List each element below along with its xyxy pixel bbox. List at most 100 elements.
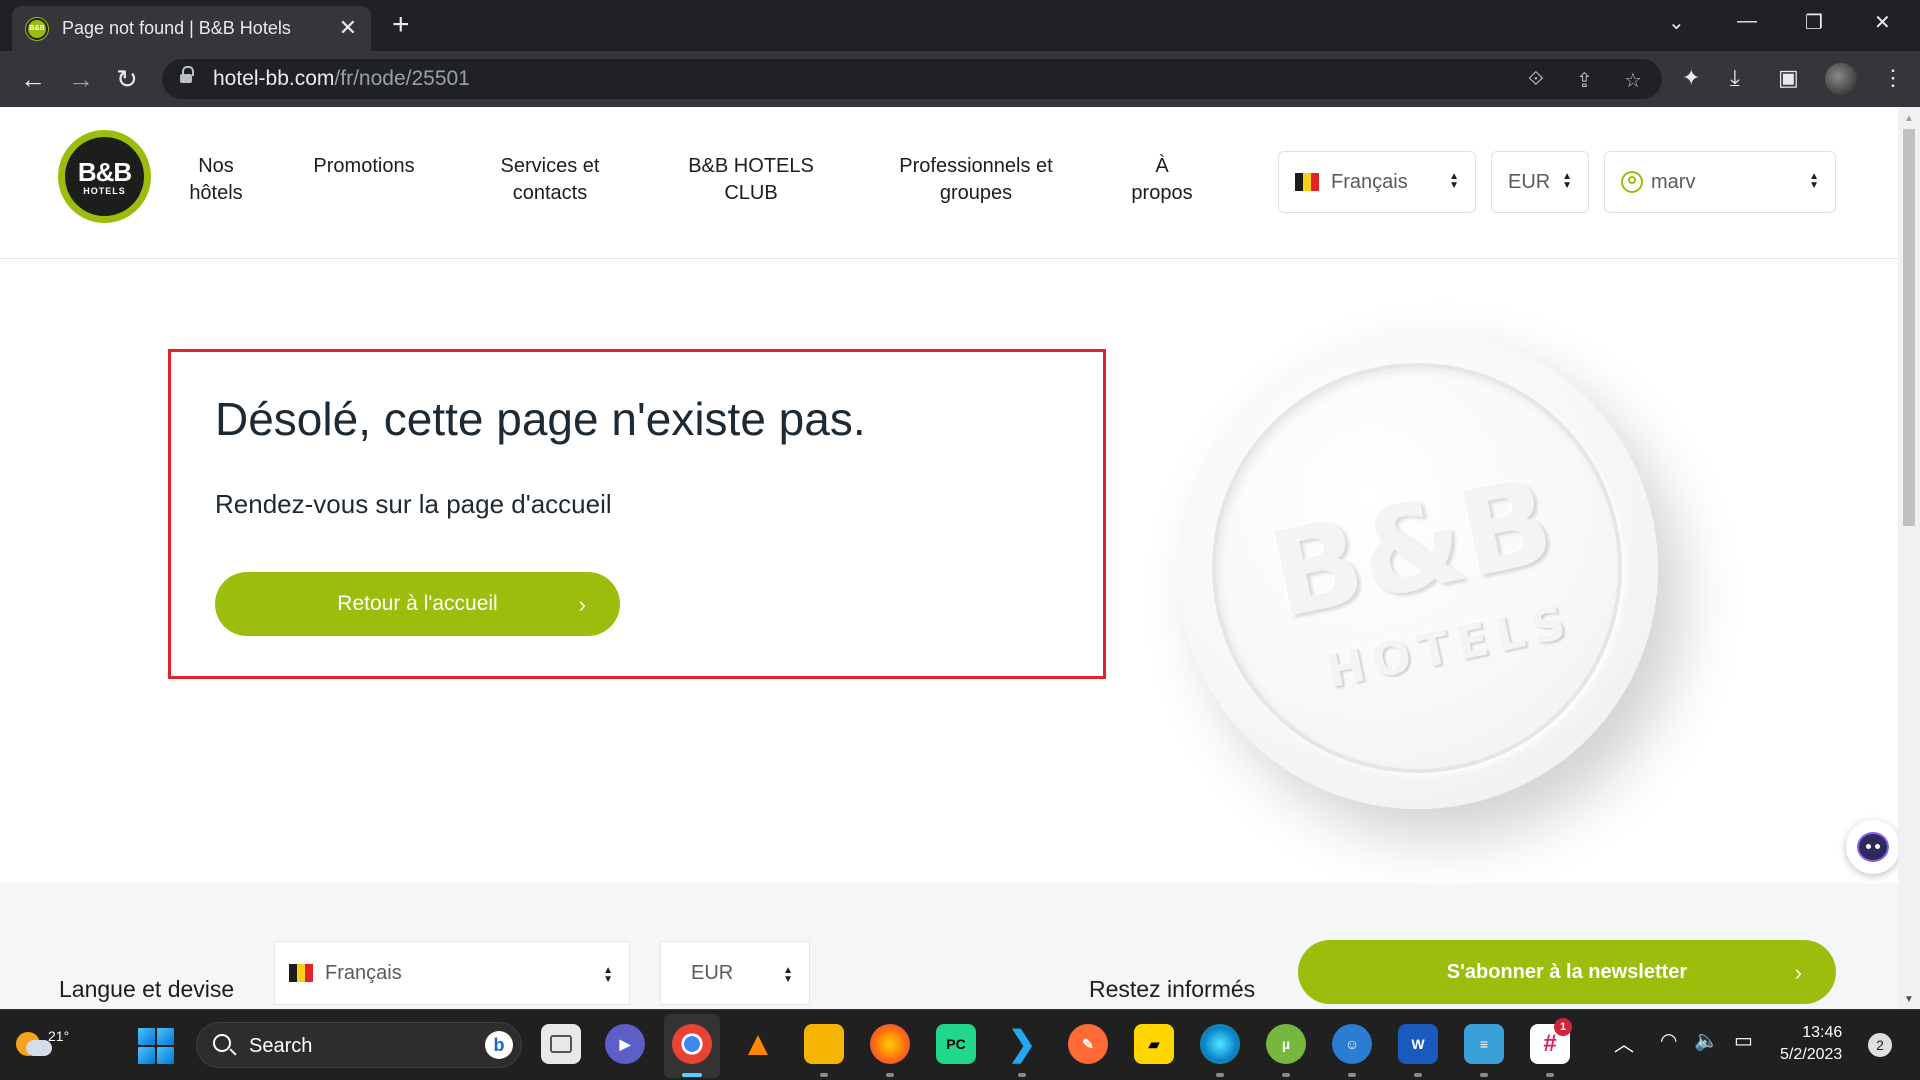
side-panel-icon[interactable]: ▣ [1778,65,1799,91]
select-arrows-icon: ▲ ▼ [783,965,793,985]
currency-select[interactable]: EUR ▲ ▼ [1491,151,1589,213]
nav-label: CLUB [724,182,778,204]
nav-nos-hotels[interactable]: Nos hôtels [180,153,252,207]
windows-logo-pane [157,1028,174,1045]
temperature: 21° [48,1028,70,1044]
scroll-down-icon[interactable]: ▼ [1904,994,1914,1005]
nav-services-contacts[interactable]: Services et contacts [480,153,620,207]
scroll-thumb[interactable] [1903,129,1915,526]
user-name: marv [1651,170,1696,193]
new-tab-button[interactable]: + [392,10,410,40]
task-view-icon[interactable] [541,1024,581,1064]
running-indicator [886,1073,894,1077]
profile-avatar[interactable] [1825,63,1857,95]
forward-icon[interactable]: → [68,65,94,93]
teams-chat-icon[interactable]: ▶ [605,1024,645,1064]
volume-icon[interactable]: 🔈 [1694,1028,1719,1053]
menu-icon[interactable]: ⋮ [1882,65,1904,91]
edge-icon[interactable] [1200,1024,1240,1064]
battery-icon[interactable]: ▭ [1734,1028,1753,1053]
running-indicator [1216,1073,1224,1077]
notepad-icon[interactable]: ≡ [1464,1024,1504,1064]
back-icon[interactable]: ← [20,65,46,93]
tab-title: Page not found | B&B Hotels [62,18,291,38]
file-explorer-icon[interactable] [804,1024,844,1064]
bb-favicon-icon: B&B [26,17,48,40]
slack-icon[interactable]: # 1 [1530,1018,1572,1064]
extensions-icon[interactable]: ✦ [1682,65,1700,91]
bb-hotels-coin-image: B&B HOTELS [1178,329,1658,809]
browser-tab-strip: B&B Page not found | B&B Hotels ✕ + ⌄ — … [0,0,1920,51]
page-scrollbar[interactable]: ▲ ▼ [1898,107,1920,1009]
bing-icon[interactable]: b [485,1031,513,1059]
nav-professionnels-groupes[interactable]: Professionnels et groupes [884,153,1068,207]
error-title: Désolé, cette page n'existe pas. [215,393,866,445]
restore-button[interactable]: ❐ [1805,10,1823,35]
task-view-shape [550,1035,572,1053]
sticky-notes-icon[interactable]: ▰ [1134,1024,1174,1064]
tray-overflow-icon[interactable]: ︿ [1614,1028,1634,1057]
pycharm-icon[interactable]: PC [936,1024,976,1064]
search-icon [213,1034,231,1052]
notification-badge[interactable]: 2 [1868,1033,1892,1057]
error-subtitle: Rendez-vous sur la page d'accueil [215,489,612,519]
nav-promotions[interactable]: Promotions [300,153,428,180]
share-icon[interactable]: ⇪ [1576,68,1593,93]
error-highlight-box: Désolé, cette page n'existe pas. Rendez-… [168,349,1106,679]
footer-currency-select[interactable]: EUR ▲ ▼ [660,941,810,1005]
nav-label: Professionnels et [899,155,1053,177]
nav-label: hôtels [189,182,243,204]
firefox-icon[interactable] [870,1024,910,1064]
nav-bb-hotels-club[interactable]: B&B HOTELS CLUB [676,153,826,207]
vscode-icon[interactable]: ❯ [1002,1024,1042,1064]
weather-widget[interactable]: 21° [14,1022,69,1062]
url-text[interactable]: hotel-bb.com/fr/node/25501 [213,67,470,91]
translate-icon[interactable]: ⟐ [1528,68,1544,91]
running-indicator [1282,1073,1290,1077]
word-icon[interactable]: W [1398,1024,1438,1064]
lock-icon[interactable] [180,66,194,85]
vlc-icon[interactable]: ▲ [738,1024,778,1064]
nav-label: groupes [939,182,1013,204]
bb-hotels-logo[interactable]: B&B HOTELS [58,130,151,223]
tab-search-icon[interactable]: ⌄ [1668,10,1685,35]
download-icon[interactable]: ⤓ [1730,65,1740,91]
start-button[interactable] [138,1028,174,1064]
minimize-button[interactable]: — [1737,10,1757,33]
footer-currency-value: EUR [691,961,734,984]
belgium-flag-icon [289,964,313,982]
bookmark-star-icon[interactable]: ☆ [1624,68,1642,93]
address-bar[interactable]: hotel-bb.com/fr/node/25501 ⟐ ⇪ ☆ [162,59,1662,99]
return-home-button[interactable]: Retour à l'accueil › [215,572,620,636]
chat-widget-button[interactable] [1846,820,1898,874]
clock[interactable]: 13:46 5/2/2023 [1780,1022,1842,1066]
date: 5/2/2023 [1780,1046,1843,1063]
utorrent-icon[interactable]: µ [1266,1024,1306,1064]
chrome-icon[interactable] [672,1024,712,1064]
browser-toolbar: ← → ↻ hotel-bb.com/fr/node/25501 ⟐ ⇪ ☆ ✦… [0,51,1920,107]
wifi-icon[interactable]: ◠ [1660,1028,1677,1053]
belgium-flag-icon [1295,173,1319,191]
bot-app-icon[interactable]: ☺ [1332,1024,1372,1064]
windows-logo-pane [138,1047,155,1064]
site-header: B&B HOTELS Nos hôtels Promotions Service… [0,107,1898,259]
close-window-button[interactable]: ✕ [1874,10,1891,35]
reload-icon[interactable]: ↻ [116,65,138,93]
tab-close-icon[interactable]: ✕ [339,16,357,40]
taskbar-search[interactable]: Search b [196,1022,522,1068]
account-select[interactable]: marv ▲ ▼ [1604,151,1836,213]
running-indicator [1480,1073,1488,1077]
footer-language-value: Français [325,961,402,984]
slack-badge: 1 [1554,1018,1572,1036]
nav-label: B&B HOTELS [688,155,814,177]
scroll-up-icon[interactable]: ▲ [1904,113,1914,124]
nav-a-propos[interactable]: À propos [1124,153,1200,207]
footer-language-select[interactable]: Français ▲ ▼ [274,941,630,1005]
browser-tab[interactable]: B&B Page not found | B&B Hotels ✕ [12,6,371,51]
logo-subtext: HOTELS [83,185,126,196]
select-arrows-icon: ▲ ▼ [1449,171,1459,191]
language-select[interactable]: Français ▲ ▼ [1278,151,1476,213]
newsletter-subscribe-button[interactable]: S'abonner à la newsletter › [1298,940,1836,1004]
running-indicator [1348,1073,1356,1077]
drawing-app-icon[interactable]: ✎ [1068,1024,1108,1064]
